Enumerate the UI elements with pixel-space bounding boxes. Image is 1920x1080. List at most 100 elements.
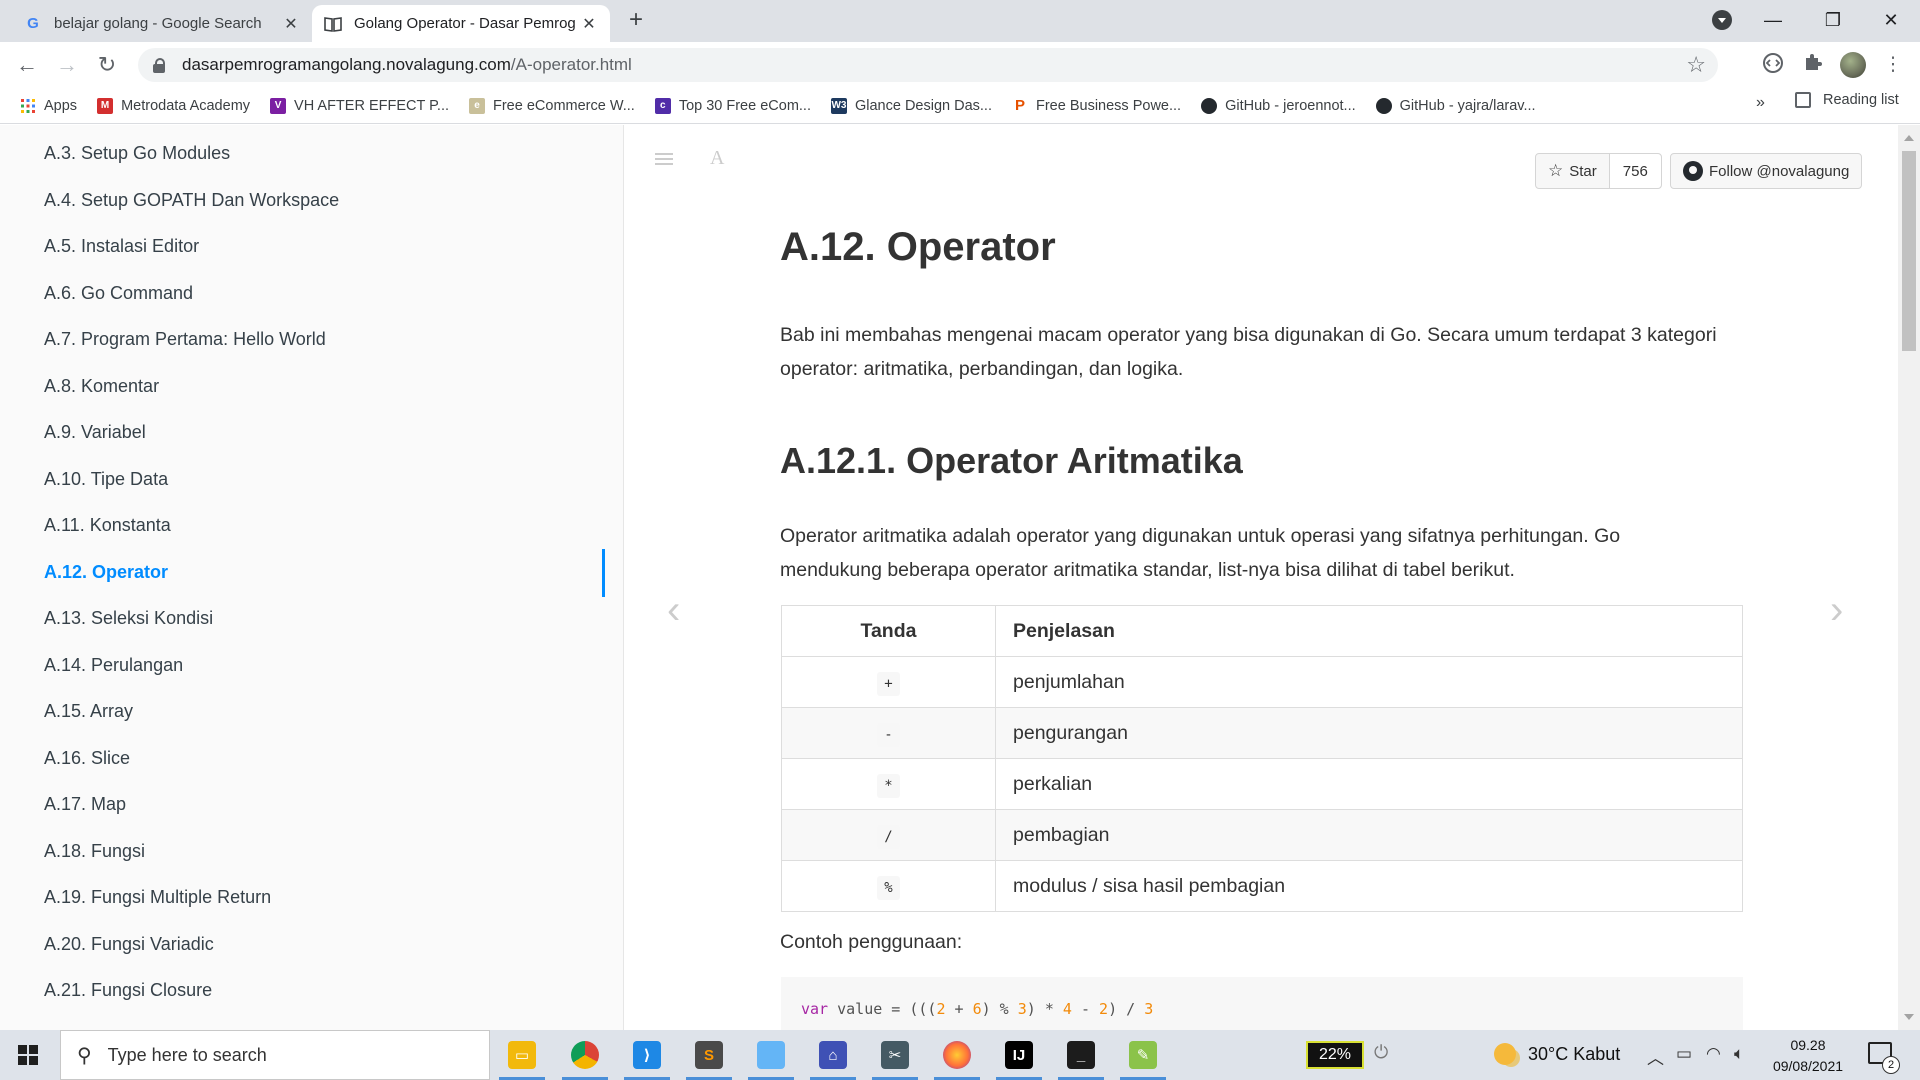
sidebar-item-seleksi-kondisi[interactable]: A.13. Seleksi Kondisi <box>44 608 213 629</box>
bookmark-label: Free eCommerce W... <box>493 97 635 114</box>
bookmark-vh-after-effect[interactable]: V VH AFTER EFFECT P... <box>270 92 449 120</box>
clock-time: 09.28 <box>1790 1037 1826 1053</box>
taskbar-jetbrains[interactable]: IJ <box>996 1036 1042 1080</box>
code-block: var value = (((2 + 6) % 3) * 4 - 2) / 3 <box>781 977 1743 1030</box>
sidebar-item-setup-gopath[interactable]: A.4. Setup GOPATH Dan Workspace <box>44 190 339 211</box>
forward-icon[interactable]: → <box>52 50 82 80</box>
bookmark-apps[interactable]: Apps <box>20 92 77 120</box>
sidebar-item-slice[interactable]: A.16. Slice <box>44 748 130 769</box>
minimize-icon[interactable]: — <box>1745 0 1801 40</box>
taskbar-chrome[interactable] <box>562 1036 608 1080</box>
taskbar-firefox[interactable] <box>934 1036 980 1080</box>
taskbar-snipping[interactable]: ✂ <box>872 1036 918 1080</box>
sidebar-item-map[interactable]: A.17. Map <box>44 794 126 815</box>
sidebar-item-operator[interactable]: A.12. Operator <box>44 562 168 583</box>
sidebar-item-komentar[interactable]: A.8. Komentar <box>44 376 159 397</box>
address-bar[interactable]: dasarpemrogramangolang.novalagung.com/A-… <box>138 48 1718 82</box>
more-bookmarks-button[interactable]: » <box>1756 94 1765 112</box>
page-scrollbar[interactable] <box>1898 125 1920 1030</box>
bookmark-star-icon[interactable]: ☆ <box>1686 52 1706 78</box>
vh-icon: V <box>270 97 287 114</box>
font-settings-button[interactable]: A <box>710 147 724 170</box>
table-cell-sign: + <box>781 656 996 708</box>
sidebar-item-fungsi-variadic[interactable]: A.20. Fungsi Variadic <box>44 934 214 955</box>
taskbar-sublime[interactable]: S <box>686 1036 732 1080</box>
sidebar-item-fungsi-multiple-return[interactable]: A.19. Fungsi Multiple Return <box>44 887 271 908</box>
github-star-button[interactable]: ☆ Star 756 <box>1535 153 1662 189</box>
github-follow-button[interactable]: Follow @novalagung <box>1670 153 1863 189</box>
volume-icon[interactable]: 🔈︎ <box>1734 1044 1744 1064</box>
table-cell-desc: perkalian <box>995 758 1743 810</box>
menu-dots-icon[interactable]: ⋮ <box>1880 52 1906 78</box>
taskbar-paint[interactable]: ✎ <box>1120 1036 1166 1080</box>
table-row: / pembagian <box>781 809 1743 861</box>
terminal-icon: _ <box>1067 1041 1095 1069</box>
sidebar-item-hello-world[interactable]: A.7. Program Pertama: Hello World <box>44 329 326 350</box>
sidebar-item-fungsi-closure[interactable]: A.21. Fungsi Closure <box>44 980 212 1001</box>
table-row: - pengurangan <box>781 707 1743 759</box>
bookmark-glance-design[interactable]: W3 Glance Design Das... <box>830 92 992 120</box>
tab-search-icon[interactable] <box>1712 10 1732 30</box>
browser-toolbar: ← → ↻ dasarpemrogramangolang.novalagung.… <box>0 42 1920 88</box>
prev-page-icon[interactable]: ‹ <box>667 588 680 633</box>
close-icon[interactable]: ✕ <box>580 14 598 34</box>
extension-circle-icon[interactable] <box>1760 52 1786 78</box>
section-title: A.12.1. Operator Aritmatika <box>780 440 1243 481</box>
sidebar-item-go-command[interactable]: A.6. Go Command <box>44 283 193 304</box>
extensions-puzzle-icon[interactable] <box>1800 52 1826 78</box>
taskbar-terminal[interactable]: _ <box>1058 1036 1104 1080</box>
sidebar-item-perulangan[interactable]: A.14. Perulangan <box>44 655 183 676</box>
new-tab-button[interactable]: + <box>622 6 650 34</box>
wifi-icon[interactable]: ◠ <box>1706 1044 1721 1064</box>
active-item-marker <box>602 549 605 597</box>
battery-tray-icon[interactable]: ▭ <box>1676 1044 1692 1064</box>
sidebar-item-instalasi-editor[interactable]: A.5. Instalasi Editor <box>44 236 199 257</box>
back-icon[interactable]: ← <box>12 50 42 80</box>
windows-start-icon[interactable] <box>18 1045 38 1065</box>
taskbar-search[interactable]: ⚲ Type here to search <box>60 1030 490 1080</box>
bookmark-free-ecommerce[interactable]: e Free eCommerce W... <box>469 92 635 120</box>
next-page-icon[interactable]: › <box>1830 588 1843 633</box>
colorlib-icon: c <box>654 97 671 114</box>
taskbar-network-app[interactable]: ⌂ <box>810 1036 856 1080</box>
table-cell-desc: modulus / sisa hasil pembagian <box>995 860 1743 912</box>
sidebar-item-konstanta[interactable]: A.11. Konstanta <box>44 515 171 536</box>
toggle-sidebar-icon[interactable] <box>655 153 673 168</box>
bookmark-label: VH AFTER EFFECT P... <box>294 97 449 114</box>
profile-avatar[interactable] <box>1840 52 1866 78</box>
scroll-down-icon[interactable] <box>1904 1014 1914 1020</box>
bookmark-github-yajra[interactable]: GitHub - yajra/larav... <box>1375 92 1536 120</box>
scrollbar-thumb[interactable] <box>1902 151 1916 351</box>
tab-golang-operator[interactable]: Golang Operator - Dasar Pemrog ✕ <box>312 5 610 42</box>
table-cell-desc: pembagian <box>995 809 1743 861</box>
sidebar-item-variabel[interactable]: A.9. Variabel <box>44 422 146 443</box>
taskbar-notepad[interactable] <box>748 1036 794 1080</box>
taskbar-file-explorer[interactable]: ▭ <box>499 1036 545 1080</box>
scroll-up-icon[interactable] <box>1904 135 1914 141</box>
reading-list-button[interactable]: Reading list <box>1795 92 1899 108</box>
table-cell-sign: % <box>781 860 996 912</box>
sidebar-item-array[interactable]: A.15. Array <box>44 701 133 722</box>
sidebar-item-tipe-data[interactable]: A.10. Tipe Data <box>44 469 168 490</box>
close-icon[interactable]: ✕ <box>282 14 300 34</box>
column-header-penjelasan: Penjelasan <box>995 605 1743 657</box>
restore-icon[interactable]: ❐ <box>1805 0 1861 40</box>
reading-list-label: Reading list <box>1823 92 1899 108</box>
star-count[interactable]: 756 <box>1609 154 1661 188</box>
battery-indicator[interactable]: 22% <box>1306 1041 1364 1069</box>
sidebar-item-fungsi[interactable]: A.18. Fungsi <box>44 841 145 862</box>
reload-icon[interactable]: ↻ <box>92 50 122 80</box>
lock-icon[interactable] <box>152 57 166 73</box>
bookmark-free-business[interactable]: P Free Business Powe... <box>1012 92 1181 120</box>
tab-google-search[interactable]: G belajar golang - Google Search ✕ <box>12 5 312 42</box>
tray-chevron-icon[interactable]: ︿ <box>1647 1044 1664 1069</box>
code-number: 4 <box>1062 1000 1072 1018</box>
taskbar-clock[interactable]: 09.28 09/08/2021 <box>1768 1035 1848 1077</box>
bookmark-github-jeroennot[interactable]: GitHub - jeroennot... <box>1201 92 1356 120</box>
taskbar-vscode[interactable]: ⟩ <box>624 1036 670 1080</box>
close-window-icon[interactable]: ✕ <box>1863 0 1919 40</box>
sidebar-item-setup-go-modules[interactable]: A.3. Setup Go Modules <box>44 143 230 164</box>
bookmark-top30[interactable]: c Top 30 Free eCom... <box>654 92 811 120</box>
bookmark-metrodata[interactable]: M Metrodata Academy <box>97 92 250 120</box>
weather-widget[interactable]: 30°C Kabut <box>1494 1043 1620 1065</box>
